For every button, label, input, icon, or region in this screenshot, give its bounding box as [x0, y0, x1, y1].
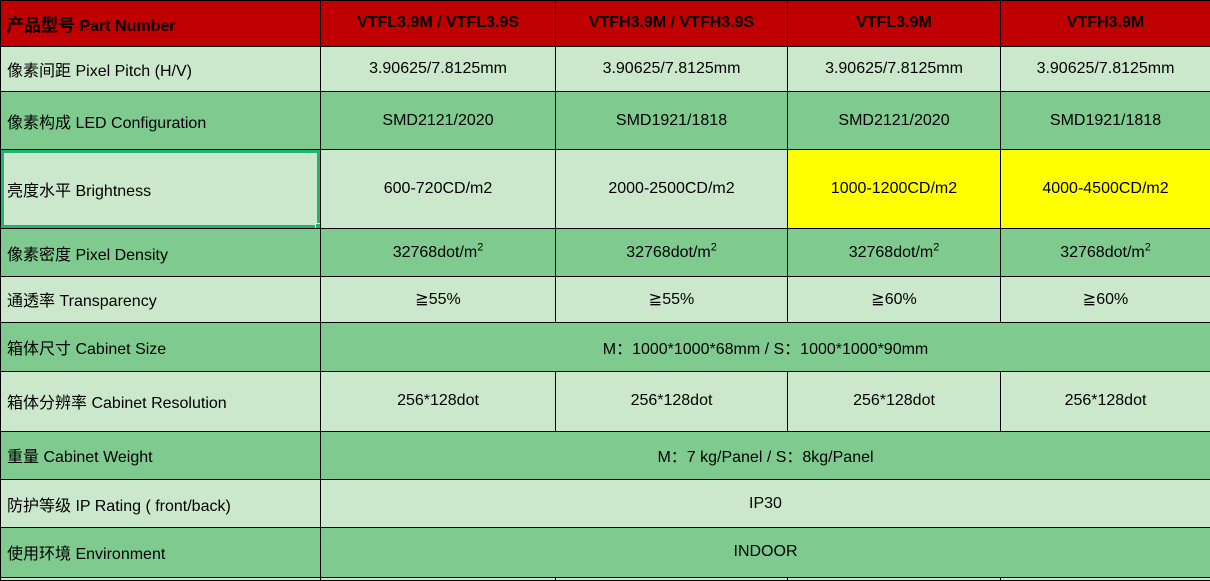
- row-label-cn: 亮度水平: [7, 183, 72, 201]
- bottom-edge-1: [320, 576, 556, 581]
- table-row-cabinet-weight: 重量 Cabinet Weight M：7 kg/Panel / S：8kg/P…: [0, 430, 1210, 481]
- table-bottom-edge: [0, 576, 1210, 581]
- table-row-cabinet-resolution: 箱体分辨率 Cabinet Resolution 256*128dot 256*…: [0, 371, 1210, 432]
- row-label-cabinet-size: 箱体尺寸 Cabinet Size: [0, 321, 321, 373]
- row-label-cn: 通透率: [7, 293, 56, 311]
- row-label-cn: 像素密度: [7, 246, 72, 264]
- header-col-1: VTFL3.9M / VTFL3.9S: [320, 0, 556, 47]
- row-label-en: Cabinet Size: [75, 340, 167, 358]
- table-row-environment: 使用环境 Environment INDOOR: [0, 527, 1210, 578]
- row-label-pixel-pitch: 像素间距 Pixel Pitch (H/V): [0, 45, 321, 93]
- header-label-cn: 产品型号: [7, 15, 75, 35]
- table-row-pixel-pitch: 像素间距 Pixel Pitch (H/V) 3.90625/7.8125mm …: [0, 45, 1210, 93]
- row-label-en: IP Rating ( front/back): [75, 497, 231, 515]
- row-label-environment: 使用环境 Environment: [0, 527, 321, 578]
- table-row-transparency: 通透率 Transparency ≧55% ≧55% ≧60% ≧60%: [0, 275, 1210, 323]
- header-col-4: VTFH3.9M: [1000, 0, 1210, 47]
- cell-pixel-pitch-2: 3.90625/7.8125mm: [555, 45, 788, 93]
- table-row-led-configuration: 像素构成 LED Configuration SMD2121/2020 SMD1…: [0, 91, 1210, 151]
- cell-brightness-1: 600-720CD/m2: [320, 149, 556, 230]
- cell-ip-rating-merged: IP30: [320, 479, 1210, 528]
- cell-pixel-pitch-3: 3.90625/7.8125mm: [787, 45, 1001, 93]
- cell-cabinet-resolution-3: 256*128dot: [787, 371, 1001, 432]
- row-label-cabinet-weight: 重量 Cabinet Weight: [0, 430, 321, 481]
- cell-cabinet-resolution-1: 256*128dot: [320, 371, 556, 432]
- table-header-row: 产品型号 Part Number VTFL3.9M / VTFL3.9S VTF…: [0, 0, 1210, 47]
- row-label-en: Pixel Density: [75, 246, 168, 264]
- row-label-pixel-density: 像素密度 Pixel Density: [0, 228, 321, 277]
- row-label-cn: 使用环境: [7, 546, 72, 564]
- row-label-en: Pixel Pitch (H/V): [75, 62, 192, 80]
- cell-cabinet-resolution-4: 256*128dot: [1000, 371, 1210, 432]
- row-label-en: Cabinet Weight: [43, 449, 153, 467]
- cell-led-config-4: SMD1921/1818: [1000, 91, 1210, 151]
- cell-transparency-3: ≧60%: [787, 275, 1001, 323]
- cell-pixel-density-2: 32768dot/m2: [555, 228, 788, 277]
- bottom-edge-3: [787, 576, 1001, 581]
- cell-brightness-4: 4000-4500CD/m2: [1000, 149, 1210, 230]
- cell-transparency-1: ≧55%: [320, 275, 556, 323]
- row-label-brightness[interactable]: 亮度水平 Brightness: [0, 149, 321, 230]
- cell-pixel-pitch-4: 3.90625/7.8125mm: [1000, 45, 1210, 93]
- row-label-led-configuration: 像素构成 LED Configuration: [0, 91, 321, 151]
- row-label-en: Transparency: [59, 293, 157, 311]
- header-col-3: VTFL3.9M: [787, 0, 1001, 47]
- row-label-cn: 防护等级: [7, 497, 72, 515]
- pixel-density-value: 32768dot/m: [626, 243, 711, 261]
- header-col-2: VTFH3.9M / VTFH3.9S: [555, 0, 788, 47]
- led-specification-table: 产品型号 Part Number VTFL3.9M / VTFL3.9S VTF…: [0, 0, 1210, 581]
- cell-environment-merged: INDOOR: [320, 527, 1210, 578]
- table-row-ip-rating: 防护等级 IP Rating ( front/back) IP30: [0, 479, 1210, 528]
- pixel-density-exponent: 2: [1144, 241, 1151, 254]
- table-row-cabinet-size: 箱体尺寸 Cabinet Size M：1000*1000*68mm / S：1…: [0, 321, 1210, 373]
- cell-led-config-1: SMD2121/2020: [320, 91, 556, 151]
- cell-pixel-density-1: 32768dot/m2: [320, 228, 556, 277]
- cell-cabinet-size-merged: M：1000*1000*68mm / S：1000*1000*90mm: [320, 321, 1210, 373]
- pixel-density-value: 32768dot/m: [392, 243, 478, 261]
- cell-cabinet-resolution-2: 256*128dot: [555, 371, 788, 432]
- cell-pixel-density-3: 32768dot/m2: [787, 228, 1001, 277]
- cell-led-config-3: SMD2121/2020: [787, 91, 1001, 151]
- header-label-cell: 产品型号 Part Number: [0, 0, 321, 47]
- bottom-edge-4: [1000, 576, 1210, 581]
- row-label-cn: 像素间距: [7, 62, 72, 80]
- cell-transparency-4: ≧60%: [1000, 275, 1210, 323]
- pixel-density-exponent: 2: [933, 241, 940, 254]
- cell-cabinet-weight-merged: M：7 kg/Panel / S：8kg/Panel: [320, 430, 1210, 481]
- row-label-transparency: 通透率 Transparency: [0, 275, 321, 323]
- row-label-en: LED Configuration: [75, 114, 207, 132]
- pixel-density-exponent: 2: [477, 241, 484, 254]
- bottom-edge-label: [0, 576, 321, 581]
- header-label-en: Part Number: [79, 17, 176, 35]
- row-label-cn: 箱体分辨率: [7, 395, 88, 413]
- row-label-ip-rating: 防护等级 IP Rating ( front/back): [0, 479, 321, 528]
- row-label-cn: 重量: [7, 449, 40, 467]
- cell-pixel-pitch-1: 3.90625/7.8125mm: [320, 45, 556, 93]
- cell-led-config-2: SMD1921/1818: [555, 91, 788, 151]
- row-label-cn: 像素构成: [7, 114, 72, 132]
- row-label-en: Environment: [75, 546, 166, 564]
- pixel-density-value: 32768dot/m: [1060, 243, 1145, 261]
- table-row-pixel-density: 像素密度 Pixel Density 32768dot/m2 32768dot/…: [0, 228, 1210, 277]
- cell-pixel-density-4: 32768dot/m2: [1000, 228, 1210, 277]
- row-label-cabinet-resolution: 箱体分辨率 Cabinet Resolution: [0, 371, 321, 432]
- bottom-edge-2: [555, 576, 788, 581]
- table-row-brightness: 亮度水平 Brightness 600-720CD/m2 2000-2500CD…: [0, 149, 1210, 230]
- row-label-cn: 箱体尺寸: [7, 340, 72, 358]
- row-label-en: Cabinet Resolution: [91, 395, 227, 413]
- cell-brightness-3: 1000-1200CD/m2: [787, 149, 1001, 230]
- pixel-density-exponent: 2: [710, 241, 717, 254]
- cell-transparency-2: ≧55%: [555, 275, 788, 323]
- cell-brightness-2: 2000-2500CD/m2: [555, 149, 788, 230]
- pixel-density-value: 32768dot/m: [848, 243, 934, 261]
- row-label-en: Brightness: [75, 183, 152, 201]
